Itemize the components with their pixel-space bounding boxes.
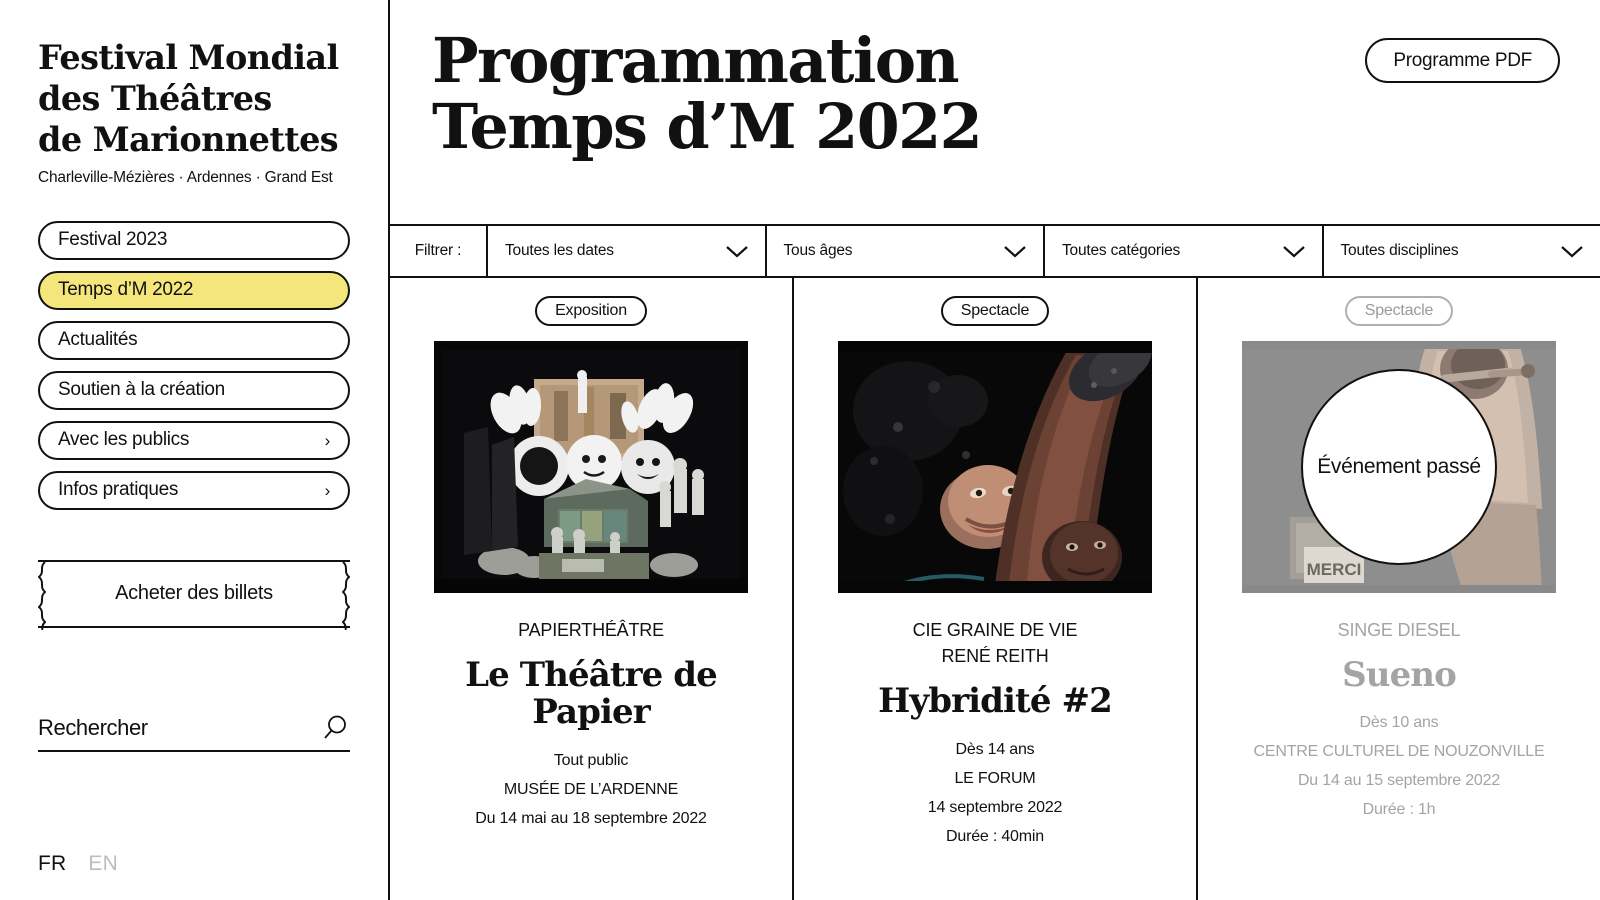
nav-label: Actualités bbox=[58, 329, 138, 351]
chevron-down-icon bbox=[725, 245, 748, 257]
logo-subtitle: Charleville-Mézières · Ardennes · Grand … bbox=[38, 168, 333, 186]
filter-bar: Filtrer : Toutes les dates Tous âges Tou… bbox=[390, 226, 1600, 278]
logo-line-2: des Théâtres bbox=[38, 78, 272, 118]
event-meta: Dès 10 ans CENTRE CULTUREL DE NOUZONVILL… bbox=[1254, 714, 1545, 830]
sidebar-item-soutien-a-la-creation[interactable]: Soutien à la création bbox=[38, 370, 350, 410]
nav-label: Temps d’M 2022 bbox=[58, 279, 194, 301]
page-title-line-2: Temps d’M 2022 bbox=[432, 89, 983, 163]
buy-tickets-label: Acheter des billets bbox=[115, 582, 273, 605]
nav-label: Soutien à la création bbox=[58, 379, 225, 401]
event-audience: Dès 14 ans bbox=[955, 740, 1035, 758]
event-company: SINGE DIESEL bbox=[1337, 620, 1461, 640]
event-dates: Du 14 au 15 septembre 2022 bbox=[1297, 772, 1501, 790]
filter-dates-value: Toutes les dates bbox=[505, 242, 614, 259]
chevron-down-icon bbox=[1561, 245, 1583, 257]
page-root: Festival Mondial des Théâtres de Marionn… bbox=[0, 0, 1600, 900]
language-en[interactable]: EN bbox=[88, 852, 118, 876]
svg-text:MERCI: MERCI bbox=[1307, 560, 1362, 579]
event-company: CIE GRAINE DE VIE RENÉ REITH bbox=[912, 620, 1078, 667]
chevron-right-icon: › bbox=[324, 430, 331, 450]
chevron-down-icon bbox=[1004, 245, 1026, 257]
event-card-grid: Exposition PAPIERTHÉÂTRE Le Théâtre de P… bbox=[390, 278, 1600, 900]
logo-line-3: de Marionnettes bbox=[38, 119, 339, 159]
filter-ages-value: Tous âges bbox=[783, 242, 853, 259]
chevron-down-icon bbox=[1282, 245, 1305, 257]
status-badge: Exposition bbox=[535, 296, 647, 326]
event-meta: Tout public MUSÉE DE L’ARDENNE Du 14 mai… bbox=[475, 752, 707, 839]
performers-photo-image bbox=[838, 341, 1152, 593]
language-switcher: FR EN bbox=[38, 852, 118, 876]
filter-label: Filtrer : bbox=[390, 226, 488, 276]
main-navigation: Festival 2023 Temps d’M 2022 Actualités … bbox=[38, 220, 350, 510]
search-icon[interactable] bbox=[320, 713, 350, 743]
nav-label: Avec les publics bbox=[58, 429, 190, 451]
filter-categories-value: Toutes catégories bbox=[1062, 242, 1181, 259]
search-input[interactable]: Rechercher bbox=[38, 706, 350, 752]
event-meta: Dès 14 ans LE FORUM 14 septembre 2022 Du… bbox=[927, 740, 1063, 857]
event-card[interactable]: Spectacle CIE GRAINE DE VIE RENÉ REITH H… bbox=[794, 278, 1198, 900]
filter-disciplines-select[interactable]: Toutes disciplines bbox=[1324, 226, 1600, 276]
filter-disciplines-value: Toutes disciplines bbox=[1340, 242, 1459, 259]
search-placeholder: Rechercher bbox=[38, 714, 148, 740]
filter-dates-select[interactable]: Toutes les dates bbox=[488, 226, 767, 276]
ticket-perforation-right-icon bbox=[342, 561, 350, 630]
programme-pdf-button[interactable]: Programme PDF bbox=[1365, 38, 1560, 83]
event-duration: Durée : 40min bbox=[946, 827, 1044, 845]
filter-categories-select[interactable]: Toutes catégories bbox=[1045, 226, 1324, 276]
sidebar-item-actualites[interactable]: Actualités bbox=[38, 320, 350, 360]
event-thumbnail bbox=[838, 341, 1152, 593]
status-badge: Spectacle bbox=[1344, 296, 1454, 326]
event-dates: 14 septembre 2022 bbox=[927, 798, 1063, 816]
page-header: Programmation Temps d’M 2022 Programme P… bbox=[390, 0, 1600, 226]
event-title: Hybridité #2 bbox=[878, 681, 1113, 722]
past-event-overlay: Événement passé bbox=[1301, 369, 1497, 565]
past-event-label: Événement passé bbox=[1317, 455, 1481, 479]
programme-pdf-label: Programme PDF bbox=[1393, 49, 1532, 71]
sidebar-item-infos-pratiques[interactable]: Infos pratiques › bbox=[38, 470, 350, 510]
buy-tickets-wrapper: Acheter des billets bbox=[38, 559, 350, 630]
logo-line-1: Festival Mondial bbox=[38, 38, 339, 77]
chevron-right-icon: › bbox=[324, 480, 331, 500]
paper-theatre-diorama-image bbox=[434, 341, 748, 593]
event-dates: Du 14 mai au 18 septembre 2022 bbox=[475, 809, 707, 827]
sidebar-item-festival-2023[interactable]: Festival 2023 bbox=[38, 220, 350, 260]
nav-label: Infos pratiques bbox=[58, 479, 179, 501]
event-venue: CENTRE CULTUREL DE NOUZONVILLE bbox=[1253, 743, 1545, 761]
filter-ages-select[interactable]: Tous âges bbox=[767, 226, 1045, 276]
ticket-perforation-left-icon bbox=[38, 561, 46, 630]
site-logo[interactable]: Festival Mondial des Théâtres de Marionn… bbox=[38, 38, 350, 187]
sidebar: Festival Mondial des Théâtres de Marionn… bbox=[0, 0, 390, 900]
event-audience: Dès 10 ans bbox=[1359, 714, 1439, 732]
event-venue: MUSÉE DE L’ARDENNE bbox=[503, 780, 679, 798]
buy-tickets-button[interactable]: Acheter des billets bbox=[38, 559, 350, 630]
status-badge: Spectacle bbox=[940, 296, 1050, 326]
sidebar-item-avec-les-publics[interactable]: Avec les publics › bbox=[38, 420, 350, 460]
event-duration: Durée : 1h bbox=[1362, 801, 1436, 819]
nav-label: Festival 2023 bbox=[58, 229, 168, 251]
event-title: Sueno bbox=[1342, 655, 1457, 696]
page-title-line-1: Programmation bbox=[432, 24, 960, 97]
event-thumbnail bbox=[434, 341, 748, 593]
language-fr[interactable]: FR bbox=[38, 852, 66, 876]
event-company: PAPIERTHÉÂTRE bbox=[518, 620, 664, 640]
sidebar-item-temps-dm-2022[interactable]: Temps d’M 2022 bbox=[38, 270, 350, 310]
main-content: Programmation Temps d’M 2022 Programme P… bbox=[390, 0, 1600, 900]
event-card[interactable]: Exposition PAPIERTHÉÂTRE Le Théâtre de P… bbox=[390, 278, 794, 900]
event-card[interactable]: Spectacle MERCI Événement passé SINGE DI… bbox=[1198, 278, 1600, 900]
event-title: Le Théâtre de Papier bbox=[465, 655, 718, 733]
event-audience: Tout public bbox=[553, 751, 629, 769]
event-thumbnail: MERCI Événement passé bbox=[1242, 341, 1556, 593]
event-venue: LE FORUM bbox=[954, 769, 1036, 787]
